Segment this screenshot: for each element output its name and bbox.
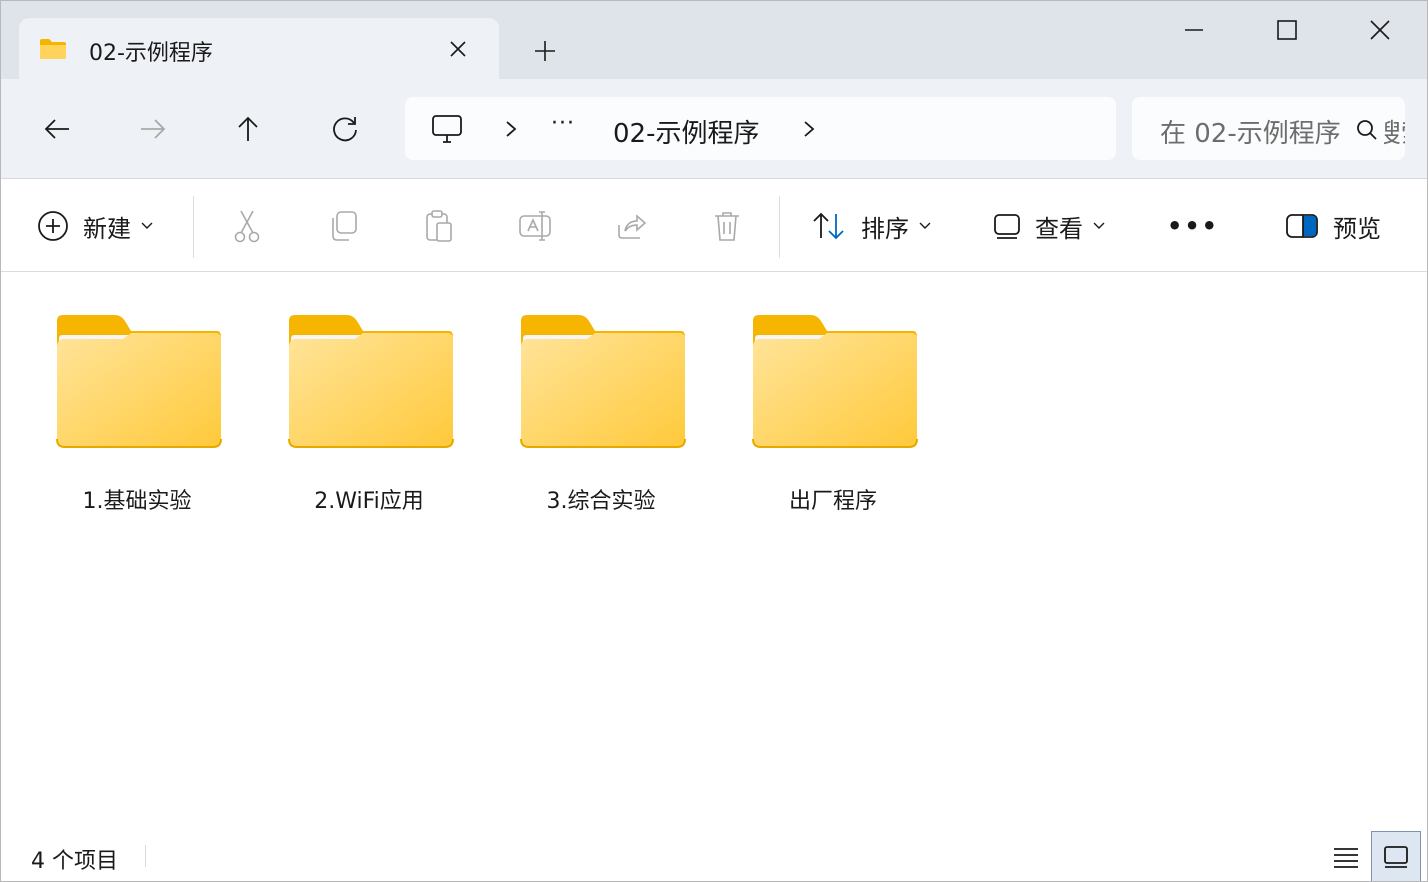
plus-icon [535, 41, 555, 61]
maximize-icon [1277, 20, 1297, 40]
preview-pane-icon [1286, 214, 1318, 238]
search-icon [1357, 120, 1377, 140]
delete-button[interactable] [707, 206, 747, 246]
arrow-right-icon [141, 119, 166, 139]
view-button[interactable]: 查看 [993, 204, 1105, 248]
sort-button[interactable]: 排序 [811, 204, 931, 248]
more-options-button[interactable]: ••• [1167, 204, 1219, 248]
copy-icon [332, 211, 357, 241]
this-pc-icon [432, 115, 462, 143]
file-list: 1.基础实验 2.WiFi应用 3.综合实验 出厂程序 [1, 273, 1427, 825]
forward-button[interactable] [131, 107, 175, 151]
preview-label: 预览 [1333, 214, 1381, 243]
minimize-icon [1185, 29, 1203, 31]
title-bar: 02-示例程序 [1, 1, 1427, 80]
folder-icon [56, 315, 222, 448]
status-bar: 4 个项目 [1, 827, 1427, 881]
preview-pane-button[interactable]: 预览 [1285, 204, 1381, 248]
command-bar: 新建 排序 查看 ••• 预览 [1, 180, 1427, 272]
folder-icon [40, 39, 66, 59]
breadcrumb-overflow[interactable]: ··· [551, 111, 575, 136]
toolbar-divider [779, 196, 780, 258]
tab-title: 02-示例程序 [89, 41, 213, 66]
close-tab-button[interactable] [443, 34, 473, 64]
file-explorer-window: 02-示例程序 ··· 02-示例程序 在 02-示例程序 中搜索 新建 排序 … [0, 0, 1428, 882]
rename-button[interactable] [515, 206, 555, 246]
copy-button[interactable] [323, 206, 363, 246]
close-icon [1370, 20, 1390, 40]
new-tab-button[interactable] [527, 33, 563, 69]
tab-current-folder[interactable]: 02-示例程序 [19, 18, 499, 80]
sort-icon [813, 212, 844, 240]
new-label: 新建 [83, 214, 131, 243]
folder-name: 1.基础实验 [82, 489, 192, 514]
chevron-down-icon [919, 222, 931, 229]
folder-name: 出厂程序 [788, 489, 877, 514]
back-button[interactable] [35, 107, 79, 151]
navigation-bar: ··· 02-示例程序 在 02-示例程序 中搜索 [1, 79, 1427, 179]
close-icon [450, 41, 466, 57]
arrow-left-icon [44, 119, 69, 139]
close-window-button[interactable] [1357, 9, 1403, 51]
chevron-right-icon [506, 121, 517, 137]
search-box[interactable]: 在 02-示例程序 中搜索 [1132, 97, 1405, 160]
up-button[interactable] [226, 107, 270, 151]
folder-name: 3.综合实验 [546, 489, 656, 514]
folder-name: 2.WiFi应用 [314, 489, 424, 514]
folder-item[interactable]: 出厂程序 [733, 313, 933, 523]
details-view-button[interactable] [1321, 831, 1371, 881]
chevron-right-icon [804, 121, 815, 137]
folder-icon [520, 315, 686, 448]
chevron-down-icon [141, 222, 153, 229]
share-icon [618, 214, 647, 239]
folder-icon [288, 315, 454, 448]
new-button[interactable]: 新建 [37, 204, 153, 248]
item-count: 4 个项目 [31, 849, 118, 874]
scissors-icon [234, 210, 260, 243]
folder-item[interactable]: 3.综合实验 [501, 313, 701, 523]
more-icon: ••• [1167, 212, 1220, 240]
refresh-icon [333, 117, 357, 142]
status-divider [145, 845, 146, 867]
share-button[interactable] [611, 206, 651, 246]
maximize-button[interactable] [1264, 9, 1310, 51]
view-label: 查看 [1035, 214, 1083, 243]
arrow-up-icon [238, 116, 258, 141]
cut-button[interactable] [227, 206, 267, 246]
paste-icon [426, 210, 452, 242]
trash-icon [715, 212, 739, 241]
folder-item[interactable]: 1.基础实验 [37, 313, 237, 523]
rename-icon [519, 211, 551, 241]
minimize-button[interactable] [1171, 9, 1217, 51]
sort-label: 排序 [861, 214, 909, 243]
breadcrumb-separator[interactable] [501, 117, 521, 141]
breadcrumb-current[interactable]: 02-示例程序 [613, 113, 759, 150]
tiles-view-icon [1384, 846, 1408, 868]
view-icon [994, 214, 1020, 239]
large-icons-view-button[interactable] [1371, 831, 1421, 881]
add-circle-icon [38, 211, 68, 241]
folder-item[interactable]: 2.WiFi应用 [269, 313, 469, 523]
address-bar[interactable]: ··· 02-示例程序 [405, 97, 1116, 160]
folder-icon [752, 315, 918, 448]
search-button[interactable] [1350, 113, 1384, 147]
chevron-down-icon [1093, 222, 1105, 229]
toolbar-divider [193, 196, 194, 258]
paste-button[interactable] [419, 206, 459, 246]
breadcrumb-separator[interactable] [799, 117, 819, 141]
refresh-button[interactable] [323, 107, 367, 151]
list-view-icon [1334, 848, 1358, 868]
